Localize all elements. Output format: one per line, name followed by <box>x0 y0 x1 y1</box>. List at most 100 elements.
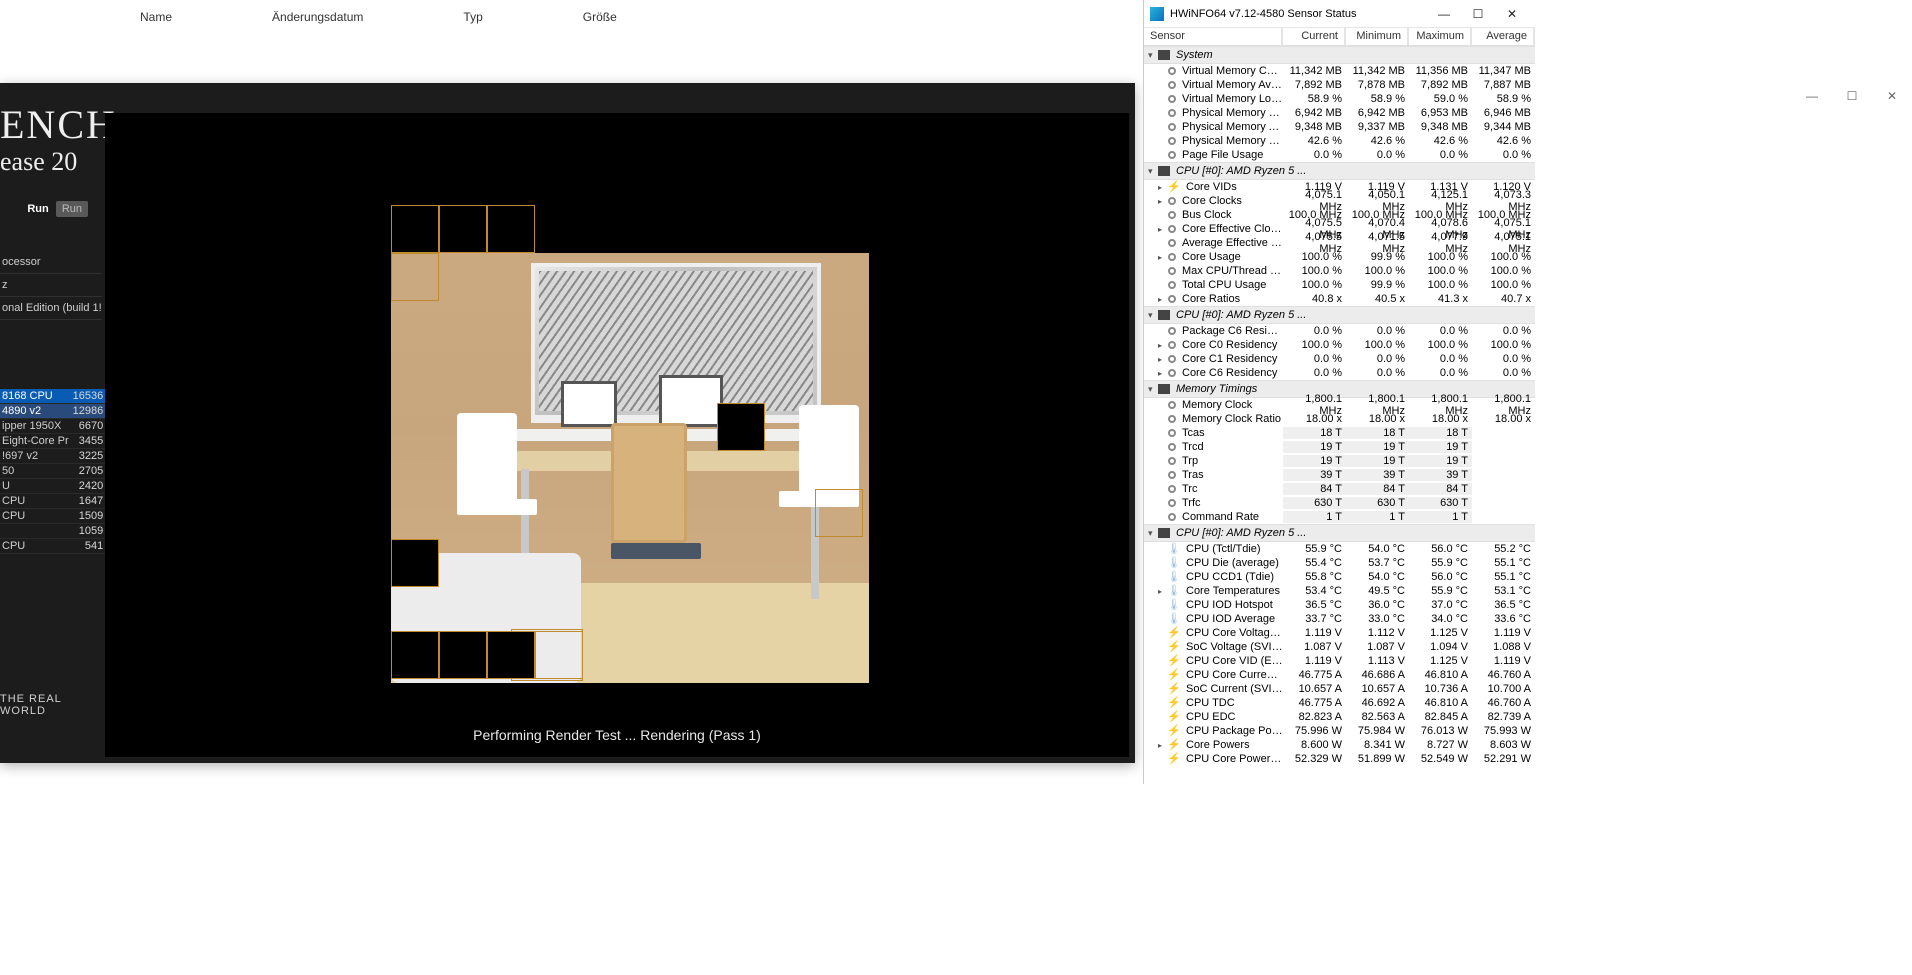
minimize-button[interactable]: — <box>1792 83 1832 109</box>
sensor-row[interactable]: ⚡CPU Core Voltage (SVI2 ...1.119 V1.112 … <box>1144 626 1535 640</box>
sensor-row[interactable]: Virtual Memory Available7,892 MB7,878 MB… <box>1144 78 1535 92</box>
hwinfo-title: HWiNFO64 v7.12-4580 Sensor Status <box>1170 8 1427 20</box>
col-current[interactable]: Current <box>1283 28 1346 45</box>
render-tile <box>815 489 863 537</box>
minimize-button[interactable]: — <box>1427 7 1461 21</box>
sensor-row[interactable]: Memory Clock1,800.1 MHz1,800.1 MHz1,800.… <box>1144 398 1535 412</box>
col-minimum[interactable]: Minimum <box>1346 28 1409 45</box>
sensor-row[interactable]: Virtual Memory Load58.9 %58.9 %59.0 %58.… <box>1144 92 1535 106</box>
chip-icon <box>1158 528 1170 538</box>
sensor-row[interactable]: ▸Core C1 Residency0.0 %0.0 %0.0 %0.0 % <box>1144 352 1535 366</box>
ranking-row[interactable]: CPU1509 <box>0 509 105 524</box>
cinebench-window-controls: — ☐ ✕ <box>1792 83 1912 109</box>
sensor-row[interactable]: Trc84 T84 T84 T <box>1144 482 1535 496</box>
ranking-row[interactable]: U2420 <box>0 479 105 494</box>
sensor-row[interactable]: Package C6 Residency0.0 %0.0 %0.0 %0.0 % <box>1144 324 1535 338</box>
ranking-row[interactable]: CPU541 <box>0 539 105 554</box>
render-tile <box>391 253 439 301</box>
sensor-row[interactable]: Max CPU/Thread Usage100.0 %100.0 %100.0 … <box>1144 264 1535 278</box>
sensor-row[interactable]: Trcd19 T19 T19 T <box>1144 440 1535 454</box>
sensor-row[interactable]: ⚡CPU TDC46.775 A46.692 A46.810 A46.760 A <box>1144 696 1535 710</box>
render-tile <box>487 631 535 679</box>
sensor-row[interactable]: 🌡CPU (Tctl/Tdie)55.9 °C54.0 °C56.0 °C55.… <box>1144 542 1535 556</box>
sensor-row[interactable]: ▸⚡Core Powers8.600 W8.341 W8.727 W8.603 … <box>1144 738 1535 752</box>
col-date[interactable]: Änderungsdatum <box>272 10 363 24</box>
sensor-row[interactable]: ▸Core C6 Residency0.0 %0.0 %0.0 %0.0 % <box>1144 366 1535 380</box>
ranking-row[interactable]: 1059 <box>0 524 105 539</box>
ranking-row[interactable]: 502705 <box>0 464 105 479</box>
sensor-row[interactable]: 🌡CPU Die (average)55.4 °C53.7 °C55.9 °C5… <box>1144 556 1535 570</box>
cinebench-logo: ENCH ease 20 <box>0 105 117 175</box>
render-tile <box>391 631 439 679</box>
sensor-row[interactable]: Command Rate1 T1 T1 T <box>1144 510 1535 524</box>
sensor-row[interactable]: Total CPU Usage100.0 %99.9 %100.0 %100.0… <box>1144 278 1535 292</box>
hwinfo-column-headers: Sensor Current Minimum Maximum Average <box>1144 28 1535 46</box>
close-button[interactable]: ✕ <box>1872 83 1912 109</box>
col-type[interactable]: Typ <box>463 10 482 24</box>
col-average[interactable]: Average <box>1472 28 1535 45</box>
col-size[interactable]: Größe <box>583 10 617 24</box>
sensor-row[interactable]: Trp19 T19 T19 T <box>1144 454 1535 468</box>
ranking-row[interactable]: CPU1647 <box>0 494 105 509</box>
sensor-row[interactable]: ▸Core C0 Residency100.0 %100.0 %100.0 %1… <box>1144 338 1535 352</box>
hwinfo-titlebar[interactable]: HWiNFO64 v7.12-4580 Sensor Status — ☐ ✕ <box>1144 0 1535 28</box>
sensor-row[interactable]: Virtual Memory Committed11,342 MB11,342 … <box>1144 64 1535 78</box>
info-row: ocessor <box>0 251 102 274</box>
sensor-row[interactable]: Tras39 T39 T39 T <box>1144 468 1535 482</box>
sensor-row[interactable]: Trfc630 T630 T630 T <box>1144 496 1535 510</box>
system-info: ocessor z onal Edition (build 1! <box>0 251 102 320</box>
sensor-row[interactable]: 🌡CPU IOD Hotspot36.5 °C36.0 °C37.0 °C36.… <box>1144 598 1535 612</box>
sensor-row[interactable]: Physical Memory Used6,942 MB6,942 MB6,95… <box>1144 106 1535 120</box>
chip-icon <box>1158 50 1170 60</box>
sensor-row[interactable]: Tcas18 T18 T18 T <box>1144 426 1535 440</box>
sensor-row[interactable]: ⚡CPU Package Power75.996 W75.984 W76.013… <box>1144 724 1535 738</box>
sensor-section-header[interactable]: ▾CPU [#0]: AMD Ryzen 5 ... <box>1144 162 1535 180</box>
sensor-row[interactable]: ▸Core Usage100.0 %99.9 %100.0 %100.0 % <box>1144 250 1535 264</box>
ranking-row[interactable]: 8168 CPU16536 <box>0 389 105 404</box>
render-image <box>391 205 869 745</box>
sensor-row[interactable]: ▸Core Clocks4,075.1 MHz4,050.1 MHz4,125.… <box>1144 194 1535 208</box>
col-maximum[interactable]: Maximum <box>1409 28 1472 45</box>
sensor-row[interactable]: Page File Usage0.0 %0.0 %0.0 %0.0 % <box>1144 148 1535 162</box>
sensor-row[interactable]: ▸Core Ratios40.8 x40.5 x41.3 x40.7 x <box>1144 292 1535 306</box>
col-sensor[interactable]: Sensor <box>1144 28 1283 45</box>
ranking-panel: 8168 CPU165364890 v212986ipper 1950X6670… <box>0 389 86 554</box>
render-tile <box>391 205 439 253</box>
info-row: z <box>0 274 102 297</box>
run-row: Run Run <box>0 203 88 215</box>
render-tile <box>439 631 487 679</box>
close-button[interactable]: ✕ <box>1495 7 1529 21</box>
info-row: onal Edition (build 1! <box>0 297 102 320</box>
sensor-row[interactable]: ⚡CPU Core Power (SVI2 T...52.329 W51.899… <box>1144 752 1535 766</box>
maximize-button[interactable]: ☐ <box>1461 7 1495 21</box>
ranking-row[interactable]: ipper 1950X6670 <box>0 419 105 434</box>
ranking-row[interactable]: !697 v23225 <box>0 449 105 464</box>
sensor-row[interactable]: Physical Memory Available9,348 MB9,337 M… <box>1144 120 1535 134</box>
sensor-row[interactable]: 🌡CPU CCD1 (Tdie)55.8 °C54.0 °C56.0 °C55.… <box>1144 570 1535 584</box>
sensor-row[interactable]: Memory Clock Ratio18.00 x18.00 x18.00 x1… <box>1144 412 1535 426</box>
ranking-row[interactable]: 4890 v212986 <box>0 404 105 419</box>
hwinfo-window: HWiNFO64 v7.12-4580 Sensor Status — ☐ ✕ … <box>1143 0 1535 784</box>
chip-icon <box>1158 166 1170 176</box>
ranking-row[interactable]: Eight-Core Pr3455 <box>0 434 105 449</box>
sensor-row[interactable]: Physical Memory Load42.6 %42.6 %42.6 %42… <box>1144 134 1535 148</box>
render-tile <box>391 539 439 587</box>
sensor-row[interactable]: ▸🌡Core Temperatures53.4 °C49.5 °C55.9 °C… <box>1144 584 1535 598</box>
sensor-row[interactable]: 🌡CPU IOD Average33.7 °C33.0 °C34.0 °C33.… <box>1144 612 1535 626</box>
rendered-scene <box>391 253 869 683</box>
sensor-row[interactable]: Average Effective Clock4,075.5 MHz4,071.… <box>1144 236 1535 250</box>
sensor-section-header[interactable]: ▾CPU [#0]: AMD Ryzen 5 ... <box>1144 306 1535 324</box>
sensor-row[interactable]: ⚡SoC Current (SVI2 TFN)10.657 A10.657 A1… <box>1144 682 1535 696</box>
sensor-section-header[interactable]: ▾System <box>1144 46 1535 64</box>
render-tile <box>439 205 487 253</box>
sensor-row[interactable]: ⚡CPU EDC82.823 A82.563 A82.845 A82.739 A <box>1144 710 1535 724</box>
sensor-row[interactable]: ⚡CPU Core Current (SVI2 ...46.775 A46.68… <box>1144 668 1535 682</box>
col-name[interactable]: Name <box>140 10 172 24</box>
sensor-section-header[interactable]: ▾CPU [#0]: AMD Ryzen 5 ... <box>1144 524 1535 542</box>
render-tile <box>487 205 535 253</box>
maximize-button[interactable]: ☐ <box>1832 83 1872 109</box>
sensor-row[interactable]: ⚡SoC Voltage (SVI2 TFN)1.087 V1.087 V1.0… <box>1144 640 1535 654</box>
hwinfo-body[interactable]: ▾SystemVirtual Memory Committed11,342 MB… <box>1144 46 1535 784</box>
run-button[interactable]: Run <box>56 201 88 217</box>
sensor-row[interactable]: ⚡CPU Core VID (Effective)1.119 V1.113 V1… <box>1144 654 1535 668</box>
